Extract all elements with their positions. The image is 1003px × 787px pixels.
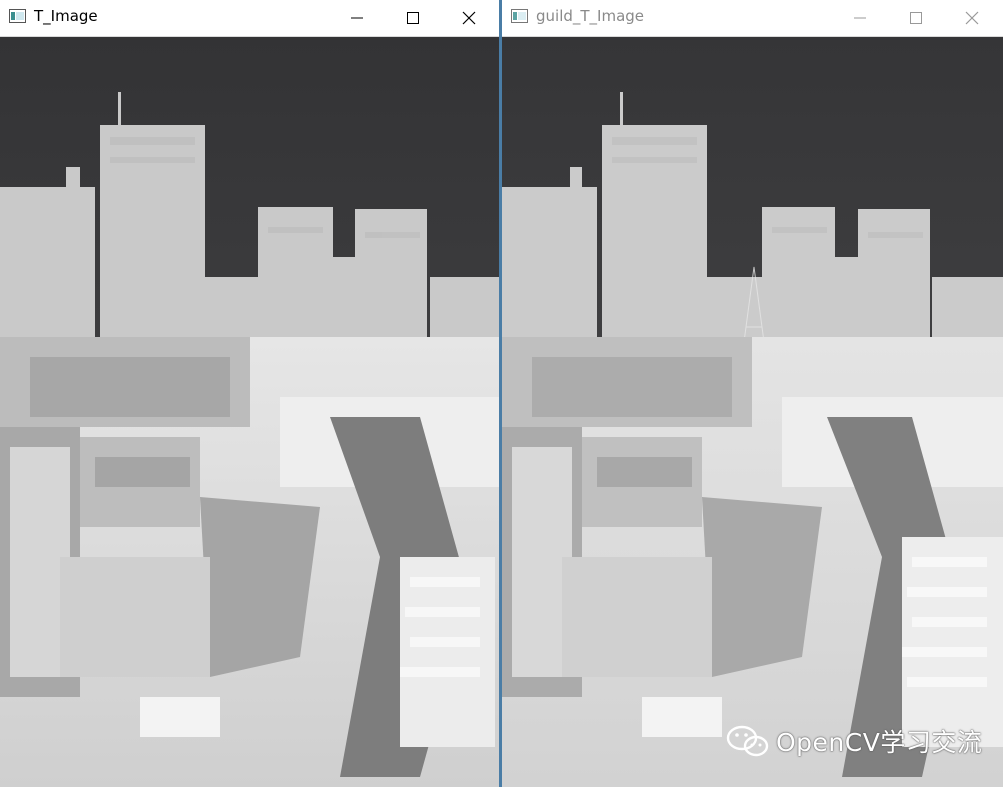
window-title: T_Image	[34, 7, 98, 25]
window-title: guild_T_Image	[536, 7, 645, 25]
app-window-icon	[9, 9, 26, 23]
t-image-window: T_Image	[0, 0, 500, 787]
close-icon	[462, 11, 476, 25]
thermal-image-canvas[interactable]	[0, 37, 500, 787]
maximize-icon	[910, 12, 922, 24]
maximize-button[interactable]	[390, 0, 436, 36]
minimize-icon	[351, 17, 363, 19]
minimize-button[interactable]	[837, 0, 883, 36]
maximize-icon	[407, 12, 419, 24]
guild-t-image-window: guild_T_Image	[502, 0, 1003, 787]
titlebar[interactable]: guild_T_Image	[502, 0, 1003, 37]
close-button[interactable]	[446, 0, 492, 36]
thermal-image-canvas[interactable]	[502, 37, 1003, 787]
app-window-icon	[511, 9, 528, 23]
watermark-text: OpenCV学习交流	[776, 728, 983, 757]
watermark: OpenCV学习交流	[726, 721, 982, 761]
close-icon	[965, 11, 979, 25]
close-button[interactable]	[949, 0, 995, 36]
minimize-button[interactable]	[334, 0, 380, 36]
titlebar[interactable]: T_Image	[0, 0, 500, 37]
minimize-icon	[854, 17, 866, 19]
maximize-button[interactable]	[893, 0, 939, 36]
guided-filter-city-image	[502, 37, 1003, 787]
inverted-city-image	[0, 37, 500, 787]
wechat-icon	[726, 725, 769, 757]
